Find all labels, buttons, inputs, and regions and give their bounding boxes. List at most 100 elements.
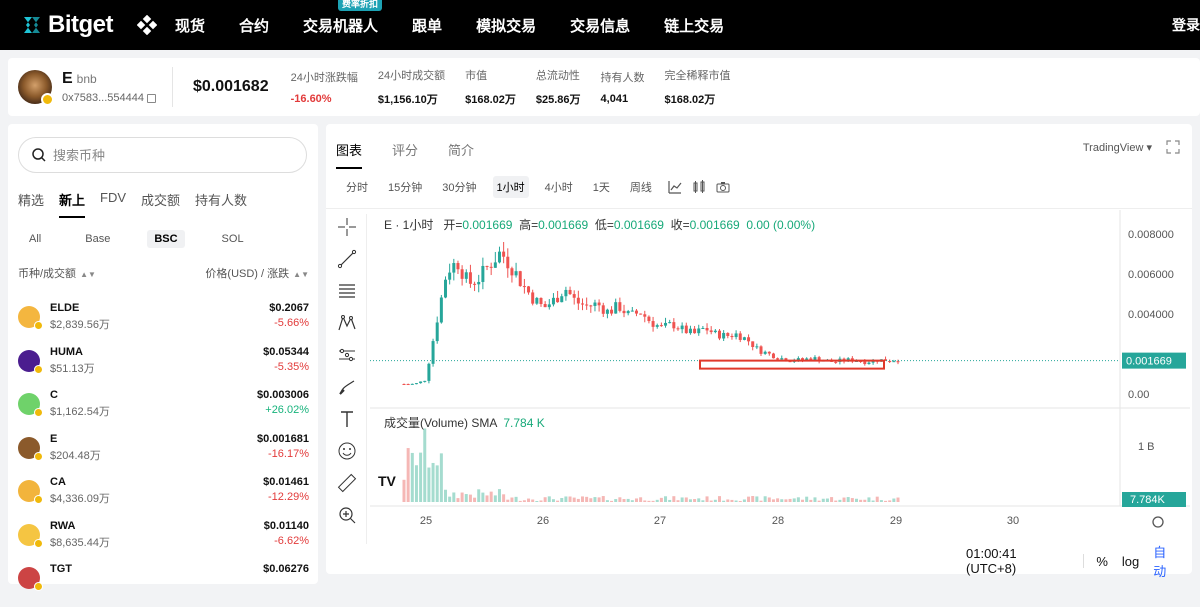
tab-new[interactable]: 新上: [59, 190, 86, 218]
tab-rating[interactable]: 评分: [392, 140, 418, 169]
auto-toggle[interactable]: 自动: [1153, 542, 1178, 580]
candle-body: [763, 351, 767, 354]
candle-body: [502, 251, 506, 257]
row-symbol: E: [50, 432, 58, 445]
candle-body: [713, 330, 717, 333]
x-tick-label: 29: [890, 515, 902, 527]
forecast-icon: [339, 348, 355, 362]
bitget-logo[interactable]: Bitget: [20, 11, 114, 39]
nav-item-bots[interactable]: 交易机器人 费率折扣: [303, 0, 383, 36]
search-box[interactable]: [18, 137, 307, 173]
chart-type-icon[interactable]: [692, 180, 706, 194]
volume-bar: [892, 498, 896, 502]
volume-bar: [879, 500, 883, 502]
tab-fdv[interactable]: FDV: [100, 190, 126, 218]
nav-item-trading-info[interactable]: 交易信息: [570, 15, 630, 36]
nav-item-copy-trading[interactable]: 跟单: [412, 15, 442, 36]
nav-item-demo-trading[interactable]: 模拟交易: [476, 15, 536, 36]
prediction-tool[interactable]: [334, 342, 360, 368]
candle-body: [564, 289, 568, 297]
tab-holders[interactable]: 持有人数: [195, 190, 247, 218]
interval-1d[interactable]: 1天: [589, 176, 614, 198]
copy-icon[interactable]: [146, 93, 156, 103]
nav-item-onchain[interactable]: 链上交易: [664, 15, 724, 36]
login-link[interactable]: 登录: [1172, 15, 1200, 35]
divider: [326, 208, 1192, 209]
volume-bar: [780, 499, 784, 502]
measure-tool[interactable]: [334, 470, 360, 496]
volume-bar: [830, 497, 834, 502]
chain-all[interactable]: All: [22, 230, 48, 248]
sort-by-price[interactable]: 价格(USD) / 涨跌 ▲▼: [205, 265, 309, 281]
search-input[interactable]: [53, 147, 273, 163]
pattern-tool[interactable]: [334, 310, 360, 336]
chain-bsc[interactable]: BSC: [147, 230, 185, 248]
interval-1w[interactable]: 周线: [626, 176, 656, 198]
emoji-tool[interactable]: [334, 438, 360, 464]
indicators-icon[interactable]: [668, 180, 682, 194]
interval-30m[interactable]: 30分钟: [438, 176, 480, 198]
settings-gear-icon[interactable]: [1152, 516, 1164, 528]
candle-body: [531, 292, 535, 304]
interval-4h[interactable]: 4小时: [541, 176, 577, 198]
tab-volume[interactable]: 成交额: [141, 190, 180, 218]
candle-body: [547, 304, 551, 308]
text-tool[interactable]: [334, 406, 360, 432]
volume-bar: [688, 499, 692, 502]
interval-1h[interactable]: 1小时: [492, 176, 529, 198]
crosshair-tool[interactable]: [334, 214, 360, 240]
log-toggle[interactable]: log: [1122, 554, 1139, 569]
list-item[interactable]: TGT $0.06276: [18, 563, 309, 607]
percent-toggle[interactable]: %: [1096, 554, 1108, 569]
token-address[interactable]: 0x7583...554444: [62, 92, 156, 104]
volume-bar: [539, 500, 543, 502]
price-chart[interactable]: 0.008000 0.006000 0.004000 0.00 0.001669 1 B 7…: [370, 210, 1190, 540]
volume-bar: [651, 500, 655, 502]
candle-body: [568, 289, 572, 295]
tab-featured[interactable]: 精选: [18, 190, 44, 218]
volume-bar: [755, 496, 759, 502]
list-item[interactable]: E $204.48万 $0.001681 -16.17%: [18, 433, 309, 477]
list-item[interactable]: C $1,162.54万 $0.003006 +26.02%: [18, 389, 309, 433]
utc-clock[interactable]: 01:00:41 (UTC+8): [966, 546, 1065, 576]
candle-body: [896, 361, 900, 363]
zoom-tool[interactable]: [334, 502, 360, 528]
row-volume: $1,162.54万: [50, 406, 110, 418]
camera-icon[interactable]: [716, 180, 730, 194]
chain-base[interactable]: Base: [78, 230, 117, 248]
sort-by-volume[interactable]: 币种/成交额 ▲▼: [18, 265, 96, 281]
tab-overview[interactable]: 简介: [448, 140, 474, 169]
candle-body: [701, 328, 705, 330]
chart-provider-select[interactable]: TradingView ▾: [1083, 141, 1152, 154]
fee-discount-badge: 费率折扣: [338, 0, 383, 11]
stat-fdv: 完全稀释市值 $168.02万: [664, 70, 731, 106]
top-nav: Bitget 现货 合约 交易机器人 费率折扣 跟单 模拟交易 交易信息 链上交易…: [0, 0, 1200, 50]
volume-bar: [518, 500, 522, 502]
fullscreen-icon[interactable]: [1166, 140, 1180, 154]
chart-bottom-bar: 01:00:41 (UTC+8) % log 自动: [966, 542, 1192, 580]
chain-sol[interactable]: SOL: [215, 230, 251, 248]
tab-chart[interactable]: 图表: [336, 140, 363, 169]
trendline-tool[interactable]: [334, 246, 360, 272]
list-item[interactable]: CA $4,336.09万 $0.01461 -12.29%: [18, 476, 309, 520]
volume-bar: [834, 500, 838, 502]
brush-tool[interactable]: [334, 374, 360, 400]
token-info-bar: Ebnb 0x7583...554444 $0.001682 24小时涨跌幅 -1…: [8, 58, 1200, 116]
interval-timeline[interactable]: 分时: [342, 176, 372, 198]
candlestick-chart[interactable]: 0.008000 0.006000 0.004000 0.00 0.001669 1 B 7…: [370, 210, 1190, 540]
fib-tool[interactable]: [334, 278, 360, 304]
interval-15m[interactable]: 15分钟: [384, 176, 426, 198]
list-item[interactable]: RWA $8,635.44万 $0.01140 -6.62%: [18, 520, 309, 564]
candle-body: [585, 304, 589, 306]
volume-bar: [406, 448, 410, 502]
coin-icon: [18, 523, 43, 548]
list-item[interactable]: HUMA $51.13万 $0.05344 -5.35%: [18, 346, 309, 390]
nav-item-spot[interactable]: 现货: [175, 15, 205, 36]
nav-item-futures[interactable]: 合约: [239, 15, 269, 36]
coin-icon: [18, 480, 43, 504]
apps-grid-icon[interactable]: [137, 15, 157, 35]
list-item[interactable]: ELDE $2,839.56万 $0.2067 -5.66%: [18, 302, 309, 346]
candle-body: [497, 251, 501, 263]
bnb-chain-icon: [34, 321, 43, 330]
candle-body: [581, 303, 585, 305]
